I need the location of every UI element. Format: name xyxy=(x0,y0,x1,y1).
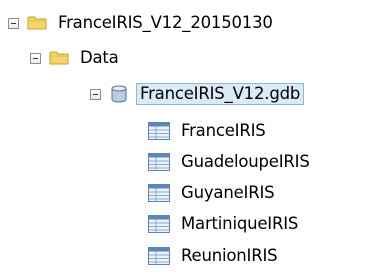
tree-node-table[interactable]: FranceIRIS xyxy=(148,116,269,146)
tree-node-table[interactable]: GuadeloupeIRIS xyxy=(148,147,313,177)
tree-node-geodatabase[interactable]: FranceIRIS_V12.gdb xyxy=(90,79,305,109)
table-icon xyxy=(148,184,170,202)
tree-node-data-folder[interactable]: Data xyxy=(30,43,122,73)
tree-node-label: GuadeloupeIRIS xyxy=(181,151,310,171)
tree-node-label: FranceIRIS_V12.gdb xyxy=(135,82,305,106)
table-icon xyxy=(148,122,170,140)
tree-node-label: FranceIRIS xyxy=(181,120,266,140)
table-icon xyxy=(148,215,170,233)
tree-node-label: ReunionIRIS xyxy=(181,245,278,265)
tree-node-label: MartiniqueIRIS xyxy=(181,213,299,233)
database-icon xyxy=(109,84,129,104)
tree-node-label: Data xyxy=(80,47,119,67)
tree-node-table[interactable]: MartiniqueIRIS xyxy=(148,209,301,239)
folder-icon xyxy=(49,50,69,66)
catalog-tree: FranceIRIS_V12_20150130 Data FranceIRIS_… xyxy=(0,0,367,275)
collapse-icon[interactable] xyxy=(8,17,19,29)
table-icon xyxy=(148,247,170,265)
tree-node-table[interactable]: ReunionIRIS xyxy=(148,241,280,271)
tree-node-root[interactable]: FranceIRIS_V12_20150130 xyxy=(8,8,276,38)
folder-icon xyxy=(27,15,47,31)
collapse-icon[interactable] xyxy=(90,88,101,100)
table-icon xyxy=(148,153,170,171)
tree-node-table[interactable]: GuyaneIRIS xyxy=(148,178,277,208)
tree-node-label: GuyaneIRIS xyxy=(181,182,275,202)
tree-node-label: FranceIRIS_V12_20150130 xyxy=(58,12,273,32)
collapse-icon[interactable] xyxy=(30,52,41,64)
